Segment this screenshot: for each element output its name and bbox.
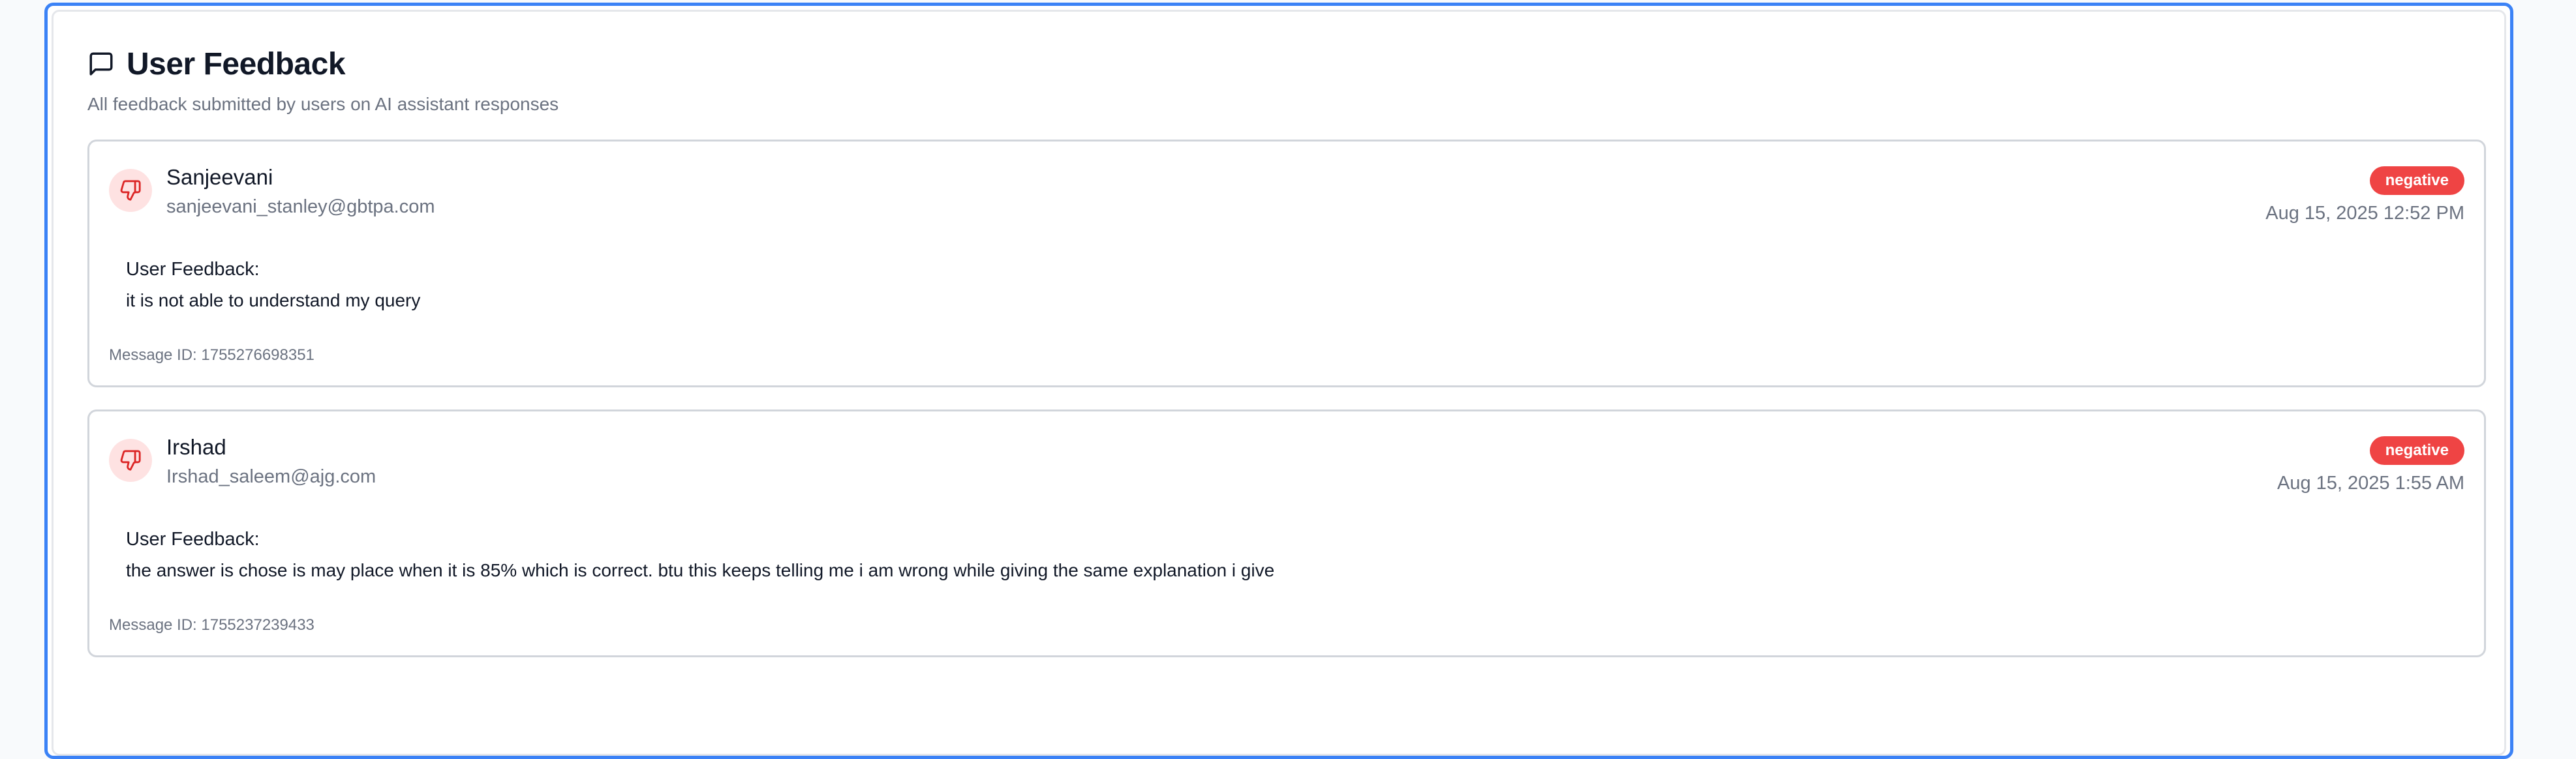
feedback-text: it is not able to understand my query bbox=[126, 290, 421, 310]
thumbs-down-icon bbox=[109, 169, 152, 212]
user-email: Irshad_saleem@ajg.com bbox=[166, 466, 376, 487]
sentiment-badge: negative bbox=[2369, 436, 2464, 465]
feedback-card: Irshad Irshad_saleem@ajg.com negative Au… bbox=[87, 409, 2486, 657]
page-title: User Feedback bbox=[127, 46, 346, 82]
message-square-icon bbox=[87, 50, 115, 78]
page-subtitle: All feedback submitted by users on AI as… bbox=[87, 94, 559, 114]
sentiment-badge: negative bbox=[2369, 166, 2464, 195]
message-id: Message ID: 1755276698351 bbox=[109, 346, 314, 364]
feedback-card: Sanjeevani sanjeevani_stanley@gbtpa.com … bbox=[87, 140, 2486, 387]
message-id: Message ID: 1755237239433 bbox=[109, 616, 314, 634]
thumbs-down-icon bbox=[109, 439, 152, 482]
user-email: sanjeevani_stanley@gbtpa.com bbox=[166, 196, 435, 217]
page-header: User Feedback All feedback submitted by … bbox=[87, 40, 559, 115]
title-row: User Feedback bbox=[87, 40, 559, 87]
feedback-panel-inner: User Feedback All feedback submitted by … bbox=[52, 10, 2506, 756]
feedback-timestamp: Aug 15, 2025 1:55 AM bbox=[2277, 473, 2464, 494]
feedback-timestamp: Aug 15, 2025 12:52 PM bbox=[2265, 203, 2464, 224]
feedback-label: User Feedback: bbox=[126, 529, 260, 550]
feedback-label: User Feedback: bbox=[126, 259, 260, 280]
feedback-panel: User Feedback All feedback submitted by … bbox=[44, 3, 2513, 759]
user-name: Irshad bbox=[166, 435, 226, 459]
feedback-text: the answer is chose is may place when it… bbox=[126, 560, 1275, 580]
user-name: Sanjeevani bbox=[166, 165, 273, 189]
